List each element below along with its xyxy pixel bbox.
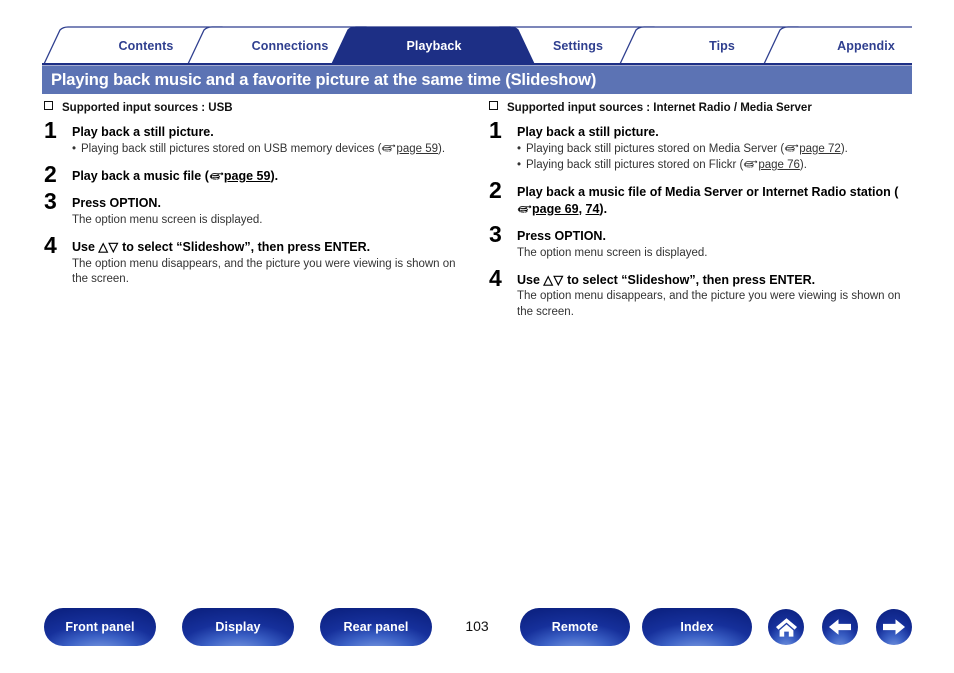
page-title-bar: Playing back music and a favorite pictur…	[42, 66, 912, 94]
bullet-text-line1: Playing back still pictures stored on US…	[81, 142, 375, 155]
index-button[interactable]: Index	[642, 608, 752, 646]
step-title-pre: Play back a music file (	[72, 168, 209, 183]
content-column-right: Supported input sources : Internet Radio…	[489, 101, 913, 331]
step-title-post: ).	[599, 201, 608, 216]
step-title-post: to select “Slideshow”, then press ENTER.	[563, 272, 816, 287]
step-item: 1 Play back a still picture. Playing bac…	[489, 119, 913, 174]
step-item: 4 Use △▽ to select “Slideshow”, then pre…	[44, 234, 468, 287]
step-item: 2 Play back a music file of Media Server…	[489, 179, 913, 217]
step-number: 2	[44, 160, 57, 187]
step-title-post: ).	[270, 168, 279, 183]
step-number: 4	[44, 232, 57, 259]
rear-panel-button[interactable]: Rear panel	[320, 608, 432, 646]
step-description: The option menu screen is displayed.	[72, 213, 263, 226]
link-separator: ,	[578, 201, 586, 216]
tab-connections[interactable]: Connections	[210, 26, 370, 64]
page-link[interactable]: page 69	[532, 202, 579, 216]
step-title: Press OPTION.	[72, 196, 161, 211]
arrow-right-icon	[883, 619, 905, 635]
page-title: Playing back music and a favorite pictur…	[51, 70, 597, 89]
home-icon	[775, 617, 797, 637]
remote-button[interactable]: Remote	[520, 608, 630, 646]
step-bullet: Playing back still pictures stored on US…	[72, 142, 468, 158]
step-title-pre: Play back a music file of Media Server o…	[517, 185, 899, 200]
arrow-left-icon	[829, 619, 851, 635]
pointing-hand-icon	[517, 204, 532, 213]
bullet-text-line2: (page 59).	[378, 143, 445, 155]
step-title-pre: Use	[517, 272, 544, 287]
page-link[interactable]: page 59	[224, 169, 271, 183]
step-title: Play back a music file of Media Server o…	[517, 184, 913, 217]
pointing-hand-icon	[209, 172, 224, 180]
step-number: 1	[44, 117, 57, 143]
step-item: 1 Play back a still picture. Playing bac…	[44, 119, 468, 158]
section-heading-net: Supported input sources : Internet Radio…	[489, 101, 913, 114]
tab-appendix[interactable]: Appendix	[786, 26, 946, 64]
step-item: 3 Press OPTION. The option menu screen i…	[489, 223, 913, 261]
page-link[interactable]: page 59	[396, 143, 438, 155]
footer-nav: Front panel Display Rear panel 103 Remot…	[0, 608, 954, 648]
front-panel-button[interactable]: Front panel	[44, 608, 156, 646]
step-item: 3 Press OPTION. The option menu screen i…	[44, 190, 468, 228]
bullet-text-post: ).	[840, 142, 848, 155]
forward-button[interactable]	[876, 609, 912, 645]
paren-close: ).	[438, 142, 446, 155]
tab-playback[interactable]: Playback	[354, 26, 514, 64]
step-description: The option menu screen is displayed.	[517, 246, 708, 259]
page-link-secondary[interactable]: 74	[586, 202, 600, 216]
back-button[interactable]	[822, 609, 858, 645]
step-number: 3	[44, 188, 57, 215]
step-number: 3	[489, 221, 502, 248]
cursor-updown-icon: △▽	[98, 240, 119, 255]
square-bullet-icon	[44, 101, 53, 110]
step-bullet: Playing back still pictures stored on Fl…	[517, 158, 913, 174]
page-number: 103	[465, 618, 489, 634]
step-item: 2 Play back a music file ( page 59).	[44, 162, 468, 185]
bullet-text-post: ).	[799, 158, 807, 171]
step-number: 4	[489, 264, 502, 291]
step-bullet: Playing back still pictures stored on Me…	[517, 142, 913, 158]
square-bullet-icon	[489, 101, 498, 110]
step-title-pre: Use	[72, 240, 99, 255]
step-number: 1	[489, 117, 502, 143]
step-title: Use △▽ to select “Slideshow”, then press…	[72, 239, 468, 256]
step-title-post: to select “Slideshow”, then press ENTER.	[118, 240, 371, 255]
step-description: The option menu disappears, and the pict…	[517, 290, 901, 318]
section-heading-text: Supported input sources : USB	[62, 102, 233, 114]
step-item: 4 Use △▽ to select “Slideshow”, then pre…	[489, 266, 913, 320]
section-heading-text: Supported input sources : Internet Radio…	[507, 102, 812, 114]
page-link[interactable]: page 76	[758, 159, 800, 171]
tab-settings[interactable]: Settings	[498, 26, 658, 64]
step-title: Use △▽ to select “Slideshow”, then press…	[517, 272, 913, 289]
tab-tips[interactable]: Tips	[642, 26, 802, 64]
step-title: Play back a music file ( page 59).	[72, 168, 468, 185]
bullet-text-pre: Playing back still pictures stored on Fl…	[526, 158, 744, 171]
bullet-text-pre: Playing back still pictures stored on Me…	[526, 142, 785, 155]
display-button[interactable]: Display	[182, 608, 294, 646]
content-column-left: Supported input sources : USB 1 Play bac…	[44, 101, 468, 298]
step-number: 2	[489, 177, 502, 204]
tab-contents[interactable]: Contents	[66, 26, 226, 64]
cursor-updown-icon: △▽	[543, 272, 564, 287]
step-title: Play back a still picture.	[72, 125, 214, 139]
step-description: The option menu disappears, and the pict…	[72, 257, 456, 285]
pointing-hand-icon	[744, 160, 758, 168]
section-heading-usb: Supported input sources : USB	[44, 101, 468, 114]
step-title: Play back a still picture.	[517, 125, 659, 139]
step-title: Press OPTION.	[517, 229, 606, 244]
pointing-hand-icon	[785, 143, 799, 152]
page-link[interactable]: page 72	[799, 143, 841, 155]
tab-bar: Contents Connections Playback Settings T…	[42, 26, 912, 66]
home-button[interactable]	[768, 609, 804, 645]
pointing-hand-icon	[382, 143, 396, 152]
